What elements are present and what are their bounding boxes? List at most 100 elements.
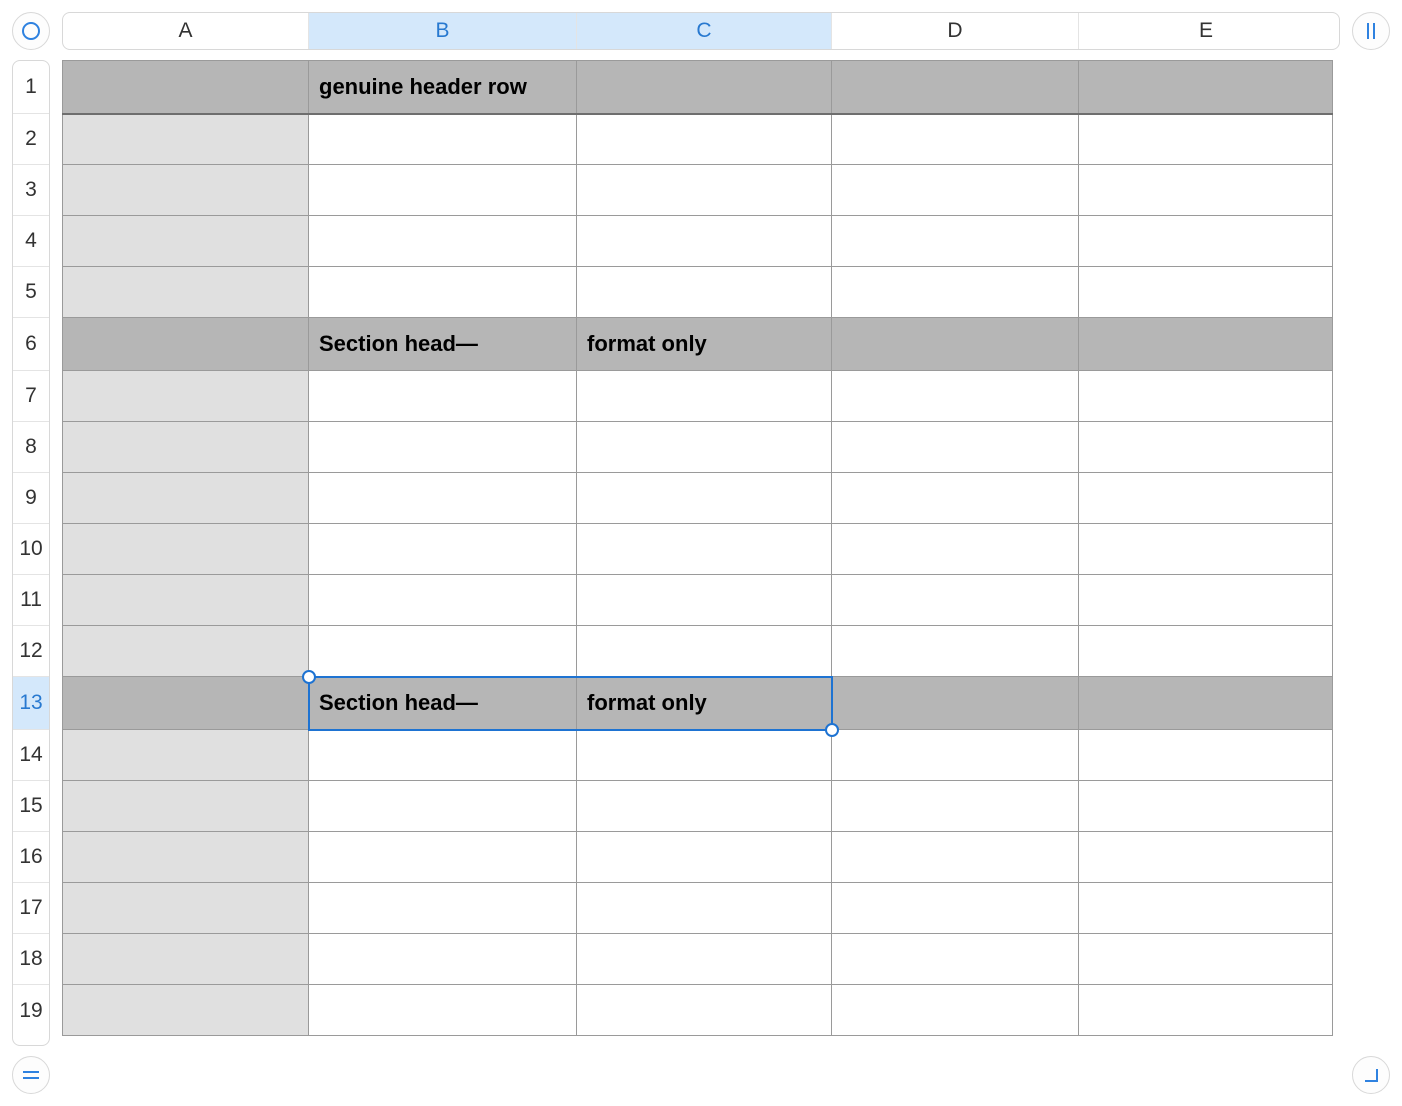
row-pane-button[interactable] <box>12 1056 50 1094</box>
column-header-E[interactable]: E <box>1079 13 1333 49</box>
row-header-5[interactable]: 5 <box>13 267 49 318</box>
cell-B9[interactable] <box>309 473 577 524</box>
cell-D10[interactable] <box>832 524 1079 575</box>
cell-C3[interactable] <box>577 165 832 216</box>
column-header-D[interactable]: D <box>832 13 1079 49</box>
cell-A13[interactable] <box>63 677 309 730</box>
cell-B8[interactable] <box>309 422 577 473</box>
cell-E5[interactable] <box>1079 267 1333 318</box>
row-header-16[interactable]: 16 <box>13 832 49 883</box>
cell-C12[interactable] <box>577 626 832 677</box>
cell-B15[interactable] <box>309 781 577 832</box>
cell-D7[interactable] <box>832 371 1079 422</box>
cell-E18[interactable] <box>1079 934 1333 985</box>
cell-C18[interactable] <box>577 934 832 985</box>
cell-D1[interactable] <box>832 61 1079 114</box>
cell-A16[interactable] <box>63 832 309 883</box>
row-header-18[interactable]: 18 <box>13 934 49 985</box>
cell-C13[interactable]: format only <box>577 677 832 730</box>
cell-C8[interactable] <box>577 422 832 473</box>
cell-C19[interactable] <box>577 985 832 1036</box>
cell-B5[interactable] <box>309 267 577 318</box>
cell-D18[interactable] <box>832 934 1079 985</box>
cell-E14[interactable] <box>1079 730 1333 781</box>
cell-D13[interactable] <box>832 677 1079 730</box>
cell-A8[interactable] <box>63 422 309 473</box>
row-header-1[interactable]: 1 <box>13 61 49 114</box>
cell-B17[interactable] <box>309 883 577 934</box>
cell-D8[interactable] <box>832 422 1079 473</box>
row-header-19[interactable]: 19 <box>13 985 49 1036</box>
column-header-B[interactable]: B <box>309 13 577 49</box>
cell-B3[interactable] <box>309 165 577 216</box>
cell-A6[interactable] <box>63 318 309 371</box>
cell-E10[interactable] <box>1079 524 1333 575</box>
cell-B18[interactable] <box>309 934 577 985</box>
cell-D9[interactable] <box>832 473 1079 524</box>
cell-E9[interactable] <box>1079 473 1333 524</box>
cell-A18[interactable] <box>63 934 309 985</box>
cell-C6[interactable]: format only <box>577 318 832 371</box>
cell-C15[interactable] <box>577 781 832 832</box>
row-header-8[interactable]: 8 <box>13 422 49 473</box>
cell-D6[interactable] <box>832 318 1079 371</box>
cell-B10[interactable] <box>309 524 577 575</box>
row-header-15[interactable]: 15 <box>13 781 49 832</box>
cell-E6[interactable] <box>1079 318 1333 371</box>
cell-B6[interactable]: Section head— <box>309 318 577 371</box>
cell-C2[interactable] <box>577 114 832 165</box>
row-header-14[interactable]: 14 <box>13 730 49 781</box>
cell-B12[interactable] <box>309 626 577 677</box>
cell-D12[interactable] <box>832 626 1079 677</box>
cell-B11[interactable] <box>309 575 577 626</box>
row-header-2[interactable]: 2 <box>13 114 49 165</box>
cell-D3[interactable] <box>832 165 1079 216</box>
cell-C17[interactable] <box>577 883 832 934</box>
cell-A4[interactable] <box>63 216 309 267</box>
cell-E2[interactable] <box>1079 114 1333 165</box>
cell-A17[interactable] <box>63 883 309 934</box>
cell-D14[interactable] <box>832 730 1079 781</box>
cell-C5[interactable] <box>577 267 832 318</box>
cell-C16[interactable] <box>577 832 832 883</box>
cell-E17[interactable] <box>1079 883 1333 934</box>
cell-E1[interactable] <box>1079 61 1333 114</box>
row-header-17[interactable]: 17 <box>13 883 49 934</box>
column-header-C[interactable]: C <box>577 13 832 49</box>
cell-E13[interactable] <box>1079 677 1333 730</box>
select-all-button[interactable] <box>12 12 50 50</box>
cell-D2[interactable] <box>832 114 1079 165</box>
row-header-10[interactable]: 10 <box>13 524 49 575</box>
cell-C7[interactable] <box>577 371 832 422</box>
cell-E7[interactable] <box>1079 371 1333 422</box>
cell-A5[interactable] <box>63 267 309 318</box>
cell-D4[interactable] <box>832 216 1079 267</box>
cell-B13[interactable]: Section head— <box>309 677 577 730</box>
cell-A3[interactable] <box>63 165 309 216</box>
cell-D16[interactable] <box>832 832 1079 883</box>
row-header-13[interactable]: 13 <box>13 677 49 730</box>
cell-A19[interactable] <box>63 985 309 1036</box>
row-header-9[interactable]: 9 <box>13 473 49 524</box>
cell-D15[interactable] <box>832 781 1079 832</box>
cell-grid[interactable]: genuine header rowSection head—format on… <box>62 60 1340 1046</box>
cell-A9[interactable] <box>63 473 309 524</box>
cell-C10[interactable] <box>577 524 832 575</box>
cell-E19[interactable] <box>1079 985 1333 1036</box>
cell-A2[interactable] <box>63 114 309 165</box>
cell-A11[interactable] <box>63 575 309 626</box>
cell-E8[interactable] <box>1079 422 1333 473</box>
cell-D17[interactable] <box>832 883 1079 934</box>
cell-D19[interactable] <box>832 985 1079 1036</box>
cell-B1[interactable]: genuine header row <box>309 61 577 114</box>
cell-C11[interactable] <box>577 575 832 626</box>
cell-B19[interactable] <box>309 985 577 1036</box>
row-header-7[interactable]: 7 <box>13 371 49 422</box>
cell-B14[interactable] <box>309 730 577 781</box>
cell-C4[interactable] <box>577 216 832 267</box>
cell-C14[interactable] <box>577 730 832 781</box>
row-header-11[interactable]: 11 <box>13 575 49 626</box>
cell-A7[interactable] <box>63 371 309 422</box>
column-header-A[interactable]: A <box>63 13 309 49</box>
row-header-12[interactable]: 12 <box>13 626 49 677</box>
